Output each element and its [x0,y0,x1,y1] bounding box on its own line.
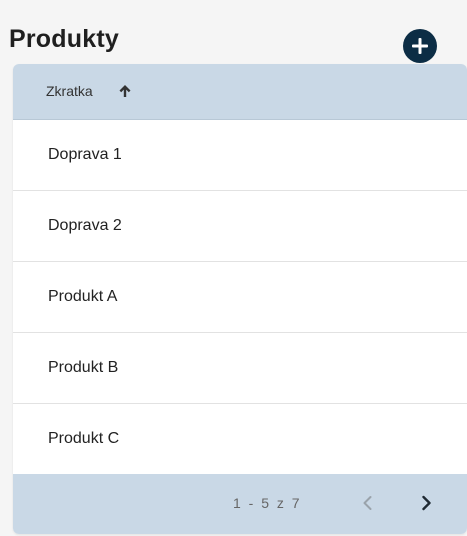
pagination-range: 1 - 5 z 7 [233,495,302,511]
table-row[interactable]: Produkt A [13,262,467,333]
products-table: Zkratka Doprava 1 Doprava 2 Produkt A Pr… [13,64,467,534]
page-title: Produkty [9,25,119,53]
table-header: Zkratka [13,64,467,120]
pagination-bar: 1 - 5 z 7 [13,474,467,534]
table-row[interactable]: Doprava 2 [13,191,467,262]
table-row[interactable]: Produkt B [13,333,467,404]
chevron-right-icon [422,495,431,511]
panel-header: Produkty [0,0,467,64]
row-label: Produkt B [48,359,119,376]
add-product-button[interactable] [403,29,437,63]
row-label: Produkt A [48,288,118,305]
row-label: Doprava 2 [48,217,122,234]
column-header-zkratka[interactable]: Zkratka [46,82,93,100]
products-panel: Produkty Zkratka Doprava 1 Doprava 2 Pro… [0,0,467,536]
table-body: Doprava 1 Doprava 2 Produkt A Produkt B … [13,120,467,474]
chevron-left-icon [363,496,372,510]
plus-icon [412,38,428,54]
arrow-up-icon[interactable] [118,83,132,99]
row-label: Produkt C [48,430,120,447]
table-row[interactable]: Doprava 1 [13,120,467,191]
previous-page-button[interactable] [355,490,381,516]
row-label: Doprava 1 [48,146,122,163]
next-page-button[interactable] [413,490,439,516]
table-row[interactable]: Produkt C [13,404,467,474]
